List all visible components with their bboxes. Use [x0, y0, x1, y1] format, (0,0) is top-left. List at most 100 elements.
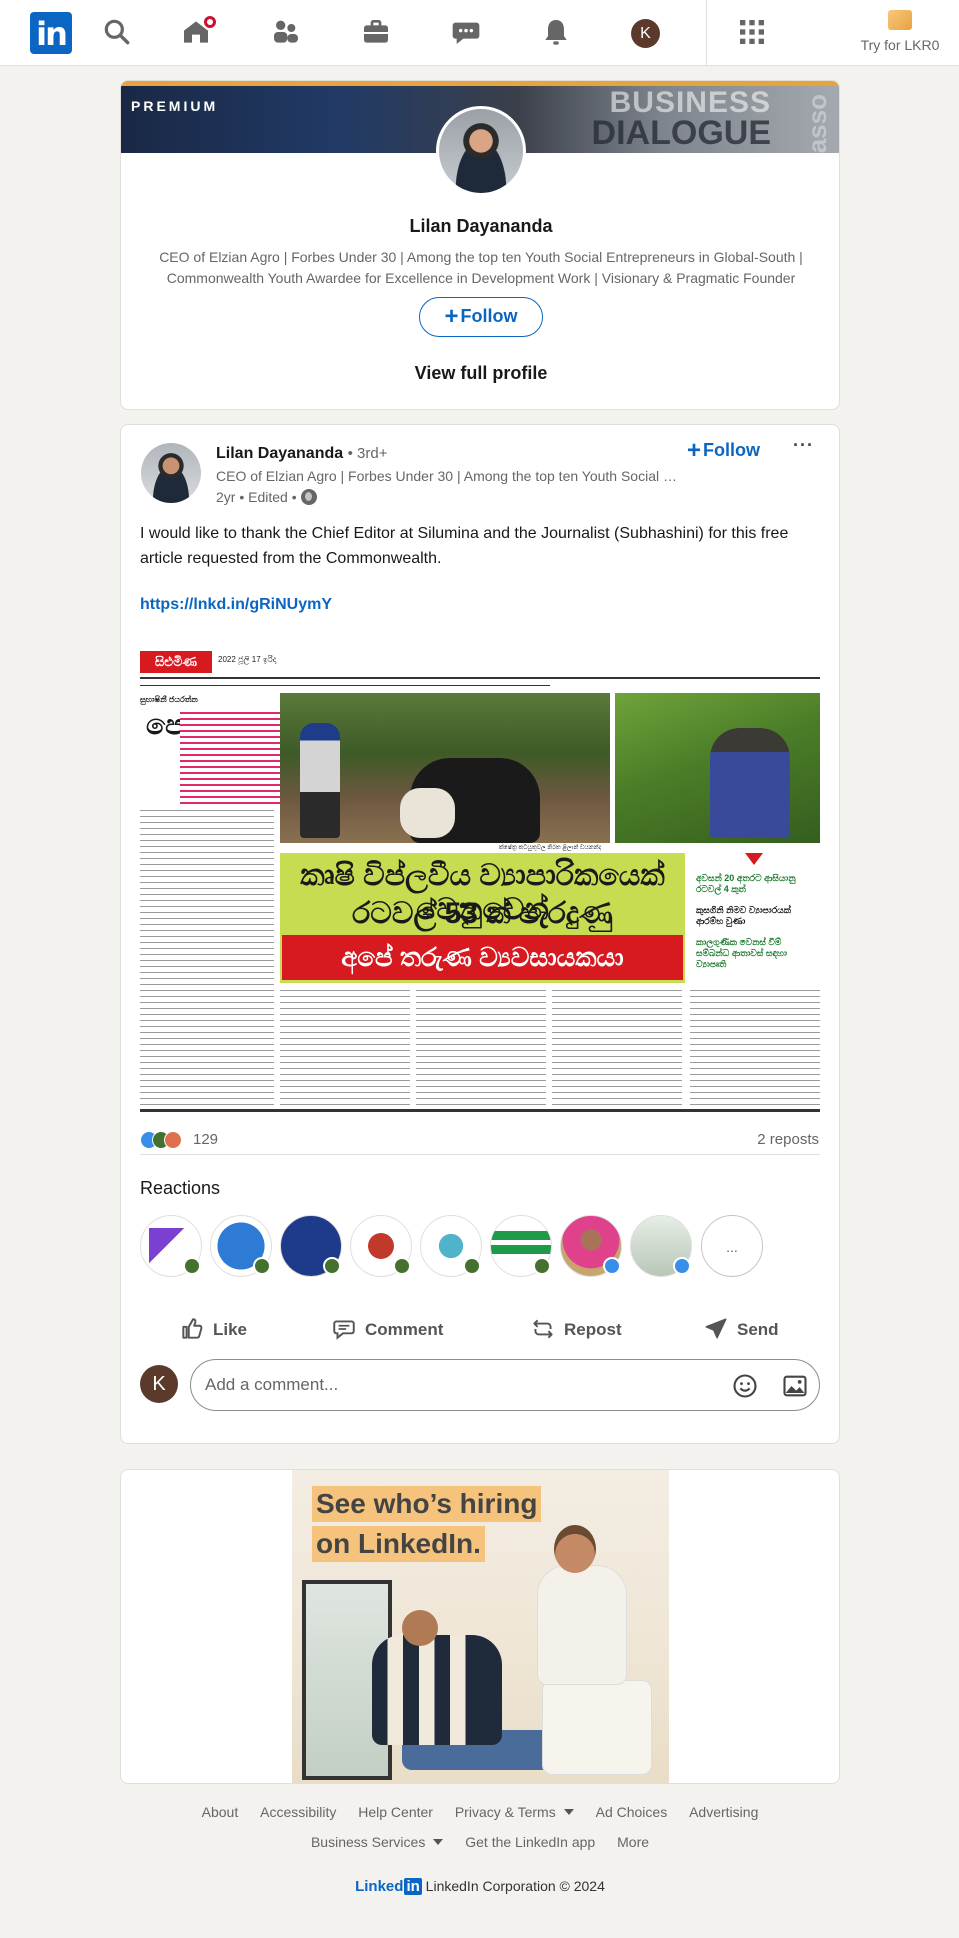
banner-text: BUSINESS DIALOGUE: [592, 88, 771, 151]
chevron-down-icon: [563, 1809, 574, 1815]
globe-icon: [300, 489, 317, 505]
newspaper-byline: සුභාෂිනී ජයරත්න: [140, 695, 198, 704]
send-label: Send: [737, 1320, 779, 1339]
ad-image[interactable]: See who’s hiring on LinkedIn.: [292, 1470, 669, 1783]
comment-label: Comment: [365, 1320, 444, 1339]
ad-person-legs: [542, 1680, 652, 1775]
profile-card: PREMIUM BUSINESS DIALOGUE basso Lilan Da…: [120, 80, 840, 410]
like-button[interactable]: Like: [179, 1315, 247, 1345]
follow-button[interactable]: + Follow: [419, 297, 543, 337]
reaction-icons[interactable]: [140, 1131, 188, 1149]
footer-link-accessibility[interactable]: Accessibility: [260, 1804, 336, 1820]
support-reaction-icon: [323, 1257, 341, 1275]
newspaper-masthead: සිළුමිණ: [140, 651, 212, 673]
like-reaction-icon: [673, 1257, 691, 1275]
jobs-icon[interactable]: [360, 16, 392, 48]
my-network-icon[interactable]: [270, 16, 302, 48]
profile-photo[interactable]: [436, 106, 526, 196]
photo-person: [710, 728, 790, 838]
newspaper-column: [140, 807, 274, 1107]
premium-label: PREMIUM: [131, 98, 219, 114]
ad-person: [372, 1635, 502, 1745]
reaction-count[interactable]: 129: [193, 1131, 218, 1148]
newspaper-column: [690, 987, 820, 1107]
newspaper-side-points: අවසන් 20 අතරට ආසියානු රටවල් 4 කුත් කුසගි…: [690, 853, 820, 983]
premium-icon[interactable]: [888, 10, 912, 30]
linkedin-logo[interactable]: in: [30, 12, 72, 54]
linkedin-footer-logo: Linked in: [355, 1878, 422, 1895]
footer-link-business-services[interactable]: Business Services: [310, 1834, 444, 1850]
post-author-headline: CEO of Elzian Agro | Forbes Under 30 | A…: [216, 468, 686, 484]
send-icon: [705, 1318, 727, 1339]
work-grid-icon[interactable]: [736, 16, 768, 48]
post-follow-button[interactable]: + Follow: [687, 437, 760, 465]
divider: [140, 1154, 820, 1155]
top-nav: in K Try for LKR0: [0, 0, 959, 66]
commenter-avatar: K: [140, 1365, 178, 1403]
emoji-icon[interactable]: [731, 1372, 759, 1400]
search-icon[interactable]: [101, 16, 133, 48]
comment-input[interactable]: [205, 1360, 685, 1410]
footer-copyright: Linked in LinkedIn Corporation © 2024: [120, 1878, 840, 1895]
profile-headline: CEO of Elzian Agro | Forbes Under 30 | A…: [159, 249, 803, 286]
footer-link-advertising[interactable]: Advertising: [689, 1804, 758, 1820]
ad-card[interactable]: See who’s hiring on LinkedIn.: [120, 1469, 840, 1784]
plus-icon: +: [444, 303, 459, 330]
notification-badge-icon: [202, 14, 218, 30]
footer-link-privacy-terms[interactable]: Privacy & Terms: [455, 1804, 574, 1820]
send-button[interactable]: Send: [703, 1315, 779, 1345]
repost-button[interactable]: Repost: [530, 1315, 622, 1345]
newspaper-rule: [140, 685, 550, 686]
post-card: Lilan Dayananda • 3rd+ CEO of Elzian Agr…: [120, 424, 840, 1444]
reposts-count[interactable]: 2 reposts: [757, 1131, 819, 1148]
repost-label: Repost: [564, 1320, 622, 1339]
newspaper-side-point: කාලගුණික වෙනස් වීම් සම්බන්ධ ආතාවස් සඳහා …: [696, 937, 787, 969]
footer-link-ad-choices[interactable]: Ad Choices: [596, 1804, 668, 1820]
chevron-down-icon: [433, 1839, 444, 1845]
footer-row: Business Services Get the LinkedIn app M…: [120, 1834, 840, 1850]
footer-link-get-app[interactable]: Get the LinkedIn app: [465, 1834, 595, 1850]
plus-icon: +: [687, 437, 702, 464]
ad-headline-line2: on LinkedIn.: [312, 1526, 485, 1562]
profile-name[interactable]: Lilan Dayananda: [121, 216, 839, 237]
support-reaction-icon: [183, 1257, 201, 1275]
newspaper-column: [416, 987, 546, 1107]
support-reaction-icon: [533, 1257, 551, 1275]
comment-button[interactable]: Comment: [331, 1315, 443, 1345]
newspaper-headline-box: කෘෂි විප්ලවීය ව්‍යාපාරිකයෙක් වෙනුවෙන් රට…: [280, 853, 685, 983]
ad-headline-line1: See who’s hiring: [312, 1486, 542, 1522]
footer-link-help-center[interactable]: Help Center: [358, 1804, 433, 1820]
repost-icon: [533, 1319, 553, 1339]
connection-degree: • 3rd+: [347, 445, 388, 462]
newspaper-rule: [140, 1109, 820, 1112]
post-link[interactable]: https://lnkd.in/gRiNUymY: [140, 596, 332, 614]
post-text: I would like to thank the Chief Editor a…: [140, 525, 789, 567]
me-avatar[interactable]: K: [631, 19, 660, 48]
try-premium-link[interactable]: Try for LKR0: [840, 37, 959, 53]
notifications-icon[interactable]: [540, 16, 572, 48]
messaging-icon[interactable]: [450, 16, 482, 48]
newspaper-photo-field: [280, 693, 610, 843]
footer-row: About Accessibility Help Center Privacy …: [120, 1804, 840, 1820]
post-author-name[interactable]: Lilan Dayananda • 3rd+: [216, 445, 387, 463]
post-newspaper-image[interactable]: සිළුමිණ 2022 ජූලි 17 ඉරිදා සුභාෂිනී ජයරත…: [140, 647, 820, 1117]
post-follow-label: Follow: [703, 440, 761, 460]
newspaper-date: 2022 ජූලි 17 ඉරිදා: [218, 655, 277, 664]
thumbs-up-icon: [182, 1318, 203, 1339]
more-reactors-button[interactable]: ...: [701, 1215, 763, 1277]
ad-person-head: [402, 1610, 438, 1646]
business-services-label: Business Services: [310, 1834, 426, 1850]
view-full-profile-link[interactable]: View full profile: [121, 363, 839, 384]
image-icon[interactable]: [781, 1372, 809, 1400]
comment-box: [190, 1359, 820, 1411]
photo-cow-face: [400, 788, 455, 838]
more-options-icon[interactable]: ···: [793, 435, 814, 456]
footer-link-more[interactable]: More: [617, 1834, 649, 1850]
newspaper-headline-line2: රටවල් 53 ක් පැරදුණු: [352, 897, 613, 930]
arrow-down-icon: [745, 853, 763, 865]
post-author-avatar[interactable]: [141, 443, 201, 503]
footer-link-about[interactable]: About: [202, 1804, 239, 1820]
newspaper-side-point: අවසන් 20 අතරට ආසියානු රටවල් 4 කුත්: [696, 873, 796, 894]
support-reaction-icon: [463, 1257, 481, 1275]
brand-word: Linked: [355, 1878, 404, 1895]
